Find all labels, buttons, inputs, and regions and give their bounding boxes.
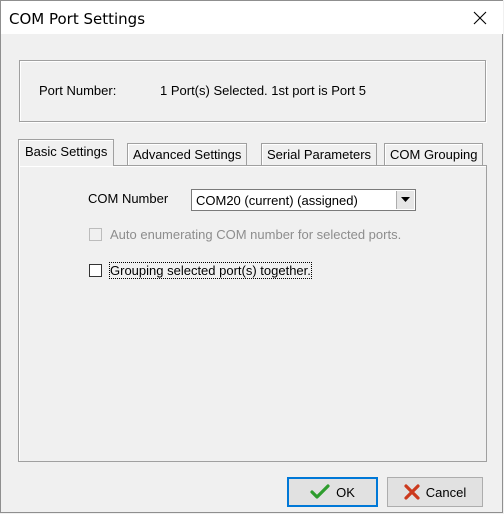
cancel-label: Cancel bbox=[425, 484, 467, 500]
tab-basic-settings[interactable]: Basic Settings bbox=[18, 139, 115, 166]
grouping-label: Grouping selected port(s) together. bbox=[109, 262, 312, 279]
grouping-checkbox[interactable] bbox=[89, 264, 102, 277]
cancel-button[interactable]: Cancel bbox=[387, 477, 483, 507]
com-number-label: COM Number bbox=[88, 191, 169, 206]
com-number-select[interactable]: COM20 (current) (assigned) bbox=[191, 189, 416, 211]
auto-enumerating-label: Auto enumerating COM number for selected… bbox=[110, 227, 402, 242]
ok-label: OK bbox=[336, 484, 355, 500]
tab-advanced-settings[interactable]: Advanced Settings bbox=[127, 143, 248, 165]
checkmark-icon bbox=[310, 484, 330, 499]
port-number-value: 1 Port(s) Selected. 1st port is Port 5 bbox=[160, 83, 366, 98]
port-number-label: Port Number: bbox=[39, 83, 117, 98]
title-bar[interactable]: COM Port Settings bbox=[1, 1, 503, 34]
close-button[interactable] bbox=[457, 1, 503, 34]
chevron-down-icon bbox=[401, 197, 410, 202]
com-number-value: COM20 (current) (assigned) bbox=[196, 193, 358, 208]
ok-button[interactable]: OK bbox=[287, 477, 378, 507]
port-number-group: Port Number: 1 Port(s) Selected. 1st por… bbox=[19, 60, 486, 122]
tab-serial-parameters[interactable]: Serial Parameters bbox=[261, 143, 378, 165]
tab-com-grouping[interactable]: COM Grouping bbox=[384, 143, 484, 165]
com-number-dropdown-button[interactable] bbox=[396, 191, 414, 209]
cross-icon bbox=[404, 484, 420, 500]
close-icon bbox=[473, 11, 487, 24]
com-port-settings-dialog: COM Port Settings Port Number: 1 Port(s)… bbox=[0, 0, 503, 513]
window-title: COM Port Settings bbox=[9, 10, 146, 28]
auto-enumerating-checkbox[interactable] bbox=[89, 228, 102, 241]
